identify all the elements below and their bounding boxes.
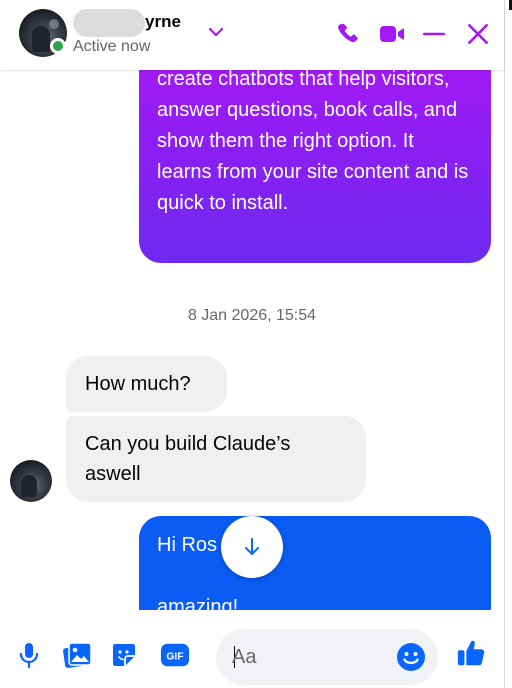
message-input-container[interactable]	[216, 629, 438, 685]
message-text-line: amazing!	[157, 596, 239, 610]
minimize-icon	[422, 32, 446, 36]
online-indicator	[50, 38, 66, 54]
arrow-down-icon	[245, 538, 259, 555]
sender-avatar[interactable]	[10, 460, 52, 502]
close-icon	[468, 24, 488, 44]
svg-text:GIF: GIF	[166, 652, 183, 663]
photo-gallery-icon	[63, 642, 92, 668]
chat-header: yrne Active now	[0, 0, 504, 70]
contact-name[interactable]: yrne	[145, 12, 181, 32]
attach-media-button[interactable]	[63, 640, 93, 670]
outgoing-message[interactable]: Hi Ros amazing!	[139, 516, 491, 610]
avatar-light	[49, 19, 59, 29]
message-input[interactable]	[232, 641, 382, 673]
video-call-button[interactable]	[376, 18, 408, 50]
gif-icon: GIF	[160, 643, 190, 667]
active-status: Active now	[73, 38, 151, 55]
close-chat-button[interactable]	[462, 18, 494, 50]
avatar-person	[21, 475, 37, 497]
message-composer: GIF	[0, 610, 504, 688]
sticker-icon	[113, 644, 135, 666]
microphone-icon	[19, 643, 39, 669]
scroll-to-bottom-button[interactable]	[221, 516, 283, 578]
right-edge-divider	[504, 0, 512, 688]
message-timestamp: 8 Jan 2026, 15:54	[187, 307, 317, 324]
incoming-message[interactable]: How much?	[66, 356, 227, 412]
video-camera-icon	[380, 26, 404, 42]
redacted-name	[73, 9, 145, 37]
minimize-button[interactable]	[418, 18, 450, 50]
incoming-message[interactable]: Can you build Claude’s aswell	[66, 416, 366, 502]
message-text-line: Hi Ros	[157, 534, 218, 556]
thumbs-up-icon	[457, 640, 485, 666]
gif-button[interactable]: GIF	[160, 640, 190, 670]
audio-call-button[interactable]	[332, 18, 364, 50]
voice-clip-button[interactable]	[14, 640, 44, 670]
chat-window: yrne Active now create chatbots that hel…	[0, 0, 504, 688]
outgoing-message[interactable]: create chatbots that help visitors, answ…	[139, 70, 491, 263]
phone-icon	[338, 23, 358, 43]
emoji-icon[interactable]	[396, 642, 426, 672]
chevron-down-icon[interactable]	[206, 22, 226, 42]
avatar-person	[32, 26, 50, 52]
sticker-button[interactable]	[109, 640, 139, 670]
like-button[interactable]	[456, 638, 486, 668]
message-list[interactable]: create chatbots that help visitors, answ…	[0, 70, 504, 610]
